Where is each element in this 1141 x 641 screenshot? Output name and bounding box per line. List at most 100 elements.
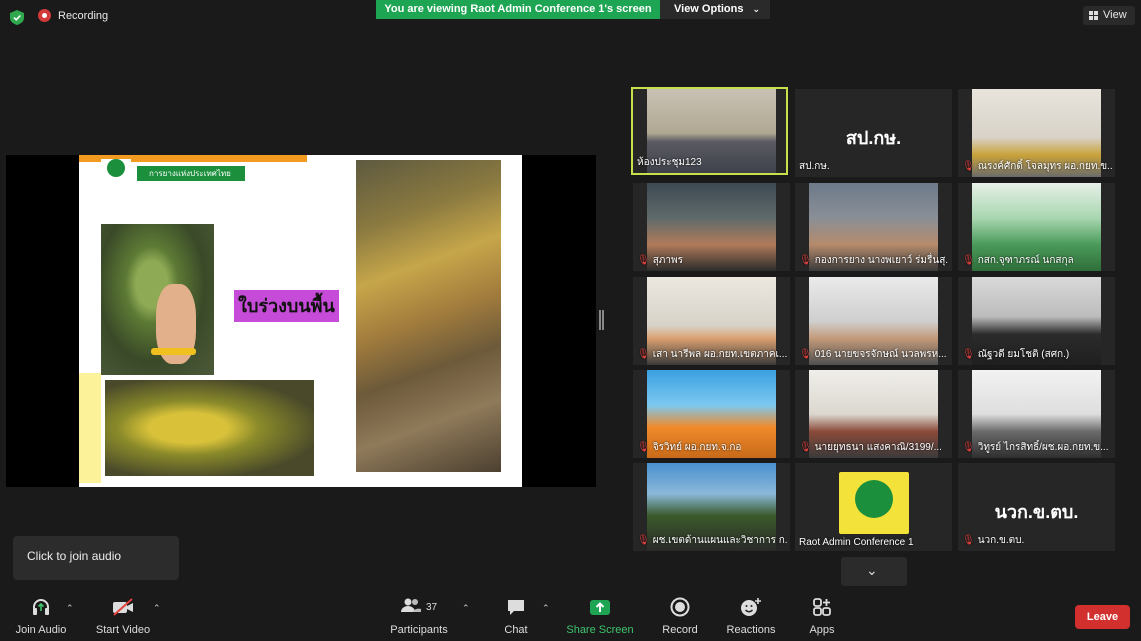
participant-tile[interactable]: Raot Admin Conference 1 (795, 463, 952, 551)
start-video-button[interactable]: Start Video (90, 596, 156, 636)
participant-tile[interactable]: 🎙 เสา นารีพล ผอ.กยท.เขตภาคเ... (633, 277, 790, 365)
participant-tile[interactable]: 🎙 ณรงค์ศักดิ์ โจลมุทร ผอ.กยท.ข... (958, 89, 1115, 177)
join-audio-label: Join Audio (15, 624, 67, 636)
share-screen-button[interactable]: Share Screen (565, 596, 635, 636)
viewing-banner: You are viewing Raot Admin Conference 1'… (376, 0, 660, 19)
participant-name: Raot Admin Conference 1 (799, 537, 914, 548)
recording-indicator[interactable]: Recording (38, 9, 108, 22)
participants-button[interactable]: 37 Participants (386, 596, 452, 636)
audio-options-caret[interactable]: ⌃ (66, 603, 74, 614)
chat-button[interactable]: Chat (494, 596, 538, 636)
muted-mic-icon: 🎙 (962, 255, 975, 266)
org-name-banner: การยางแห่งประเทศไทย (137, 166, 245, 181)
chevron-down-icon: ⌄ (752, 4, 760, 14)
participant-name: 🎙 ผช.เขตด้านแผนและวิชาการ ก... (637, 535, 787, 546)
org-logo (839, 472, 909, 534)
participant-name: ห้องประชุม123 (637, 157, 702, 168)
participant-tile[interactable]: นวก.ข.ตบ. 🎙 นวก.ข.ตบ. (958, 463, 1115, 551)
shield-icon[interactable] (10, 10, 24, 25)
chat-label: Chat (504, 624, 528, 636)
participant-name: สป.กษ. (799, 161, 830, 172)
recording-label: Recording (58, 9, 109, 22)
participant-name: 🎙 ณัฐวดี ยมโชติ (สศก.) (962, 349, 1070, 360)
participant-name: 🎙 กองการยาง นางพเยาว์ ร่มรื่นสุ... (799, 255, 949, 266)
apps-label: Apps (809, 624, 835, 636)
video-off-icon (90, 596, 156, 618)
muted-mic-icon: 🎙 (637, 442, 650, 453)
gallery-next-page-button[interactable]: ⌄ (841, 557, 907, 586)
participant-tile[interactable]: 🎙 ผช.เขตด้านแผนและวิชาการ ก... (633, 463, 790, 551)
participant-tile[interactable]: 🎙 กสก.จุฑาภรณ์ นกสกุล (958, 183, 1115, 271)
join-audio-button[interactable]: Join Audio (8, 596, 74, 636)
view-button[interactable]: View (1083, 6, 1135, 25)
participant-name: 🎙 จิรวิทย์ ผอ.กยท.จ.กอ (637, 442, 742, 453)
chevron-down-icon: ⌄ (866, 562, 878, 578)
chat-options-caret[interactable]: ⌃ (542, 603, 550, 614)
participant-tile[interactable]: 🎙 ณัฐวดี ยมโชติ (สศก.) (958, 277, 1115, 365)
reactions-button[interactable]: Reactions (722, 596, 780, 636)
participant-tile[interactable]: 🎙 จิรวิทย์ ผอ.กยท.จ.กอ (633, 370, 790, 458)
muted-mic-icon: 🎙 (799, 442, 812, 453)
muted-mic-icon: 🎙 (799, 255, 812, 266)
participant-name: 🎙 สุภาพร (637, 255, 683, 266)
record-label: Record (662, 624, 698, 636)
video-options-caret[interactable]: ⌃ (153, 603, 161, 614)
muted-mic-icon: 🎙 (962, 161, 975, 172)
muted-mic-icon: 🎙 (637, 255, 650, 266)
gallery-view-icon (1089, 11, 1099, 20)
participant-name: 🎙 กสก.จุฑาภรณ์ นกสกุล (962, 255, 1074, 266)
muted-mic-icon: 🎙 (637, 349, 650, 360)
record-icon (656, 596, 704, 618)
participant-tile[interactable]: 🎙 วิทูรย์ ไกรสิทธิ์/ผช.ผอ.กยท.ข... (958, 370, 1115, 458)
participant-tile[interactable]: 🎙 สุภาพร (633, 183, 790, 271)
slide-title: ใบร่วงบนพื้น (234, 290, 339, 322)
participant-name: 🎙 ณรงค์ศักดิ์ โจลมุทร ผอ.กยท.ข... (962, 161, 1112, 172)
participant-initials: สป.กษ. (845, 128, 902, 148)
muted-mic-icon: 🎙 (962, 535, 975, 546)
join-audio-tooltip: Click to join audio (13, 536, 179, 580)
apps-button[interactable]: Apps (800, 596, 844, 636)
headphones-icon (8, 596, 74, 618)
record-button[interactable]: Record (656, 596, 704, 636)
view-label: View (1103, 9, 1127, 21)
participant-tile[interactable]: 🎙 นายยุทธนา แสงคาณิ/3199/... (795, 370, 952, 458)
participant-name: 🎙 นายยุทธนา แสงคาณิ/3199/... (799, 442, 942, 453)
share-screen-label: Share Screen (566, 624, 634, 636)
participants-icon (400, 597, 421, 618)
reactions-icon (722, 596, 780, 618)
chat-icon (494, 596, 538, 618)
participant-initials: นวก.ข.ตบ. (994, 502, 1079, 522)
participant-name: 🎙 วิทูรย์ ไกรสิทธิ์/ผช.ผอ.กยท.ข... (962, 442, 1109, 453)
participant-tile[interactable]: สป.กษ. สป.กษ. (795, 89, 952, 177)
participants-count: 37 (425, 601, 438, 613)
leave-button[interactable]: Leave (1075, 605, 1130, 629)
reactions-label: Reactions (726, 624, 776, 636)
shared-screen[interactable]: การยางแห่งประเทศไทย ใบร่วงบนพื้น (6, 155, 596, 487)
participant-name: 🎙 นวก.ข.ตบ. (962, 535, 1025, 546)
top-bar: Recording You are viewing Raot Admin Con… (0, 0, 1141, 34)
fallen-leaves-photo (356, 160, 501, 472)
yellow-leaves-photo (105, 380, 314, 476)
leaf-in-hand-photo (101, 224, 214, 375)
participants-options-caret[interactable]: ⌃ (462, 603, 470, 614)
share-screen-icon (565, 596, 635, 618)
decorative-strip (79, 373, 101, 483)
apps-icon (800, 596, 844, 618)
view-options-label: View Options (674, 3, 744, 15)
muted-mic-icon: 🎙 (962, 442, 975, 453)
split-divider-handle[interactable] (599, 310, 604, 330)
participant-tile[interactable]: ห้องประชุม123 (631, 87, 788, 175)
start-video-label: Start Video (95, 624, 151, 636)
participant-name: 🎙 016 นายขจรจักษณ์ นวลพรห... (799, 349, 947, 360)
org-logo (101, 159, 131, 185)
participants-label: Participants (390, 624, 448, 636)
participant-tile[interactable]: 🎙 กองการยาง นางพเยาว์ ร่มรื่นสุ... (795, 183, 952, 271)
participant-name: 🎙 เสา นารีพล ผอ.กยท.เขตภาคเ... (637, 349, 787, 360)
muted-mic-icon: 🎙 (962, 349, 975, 360)
muted-mic-icon: 🎙 (637, 535, 650, 546)
view-options-button[interactable]: View Options ⌄ (660, 0, 770, 19)
record-dot-icon (38, 9, 51, 22)
participant-tile[interactable]: 🎙 016 นายขจรจักษณ์ นวลพรห... (795, 277, 952, 365)
muted-mic-icon: 🎙 (799, 349, 812, 360)
presentation-slide: การยางแห่งประเทศไทย ใบร่วงบนพื้น (79, 155, 522, 487)
